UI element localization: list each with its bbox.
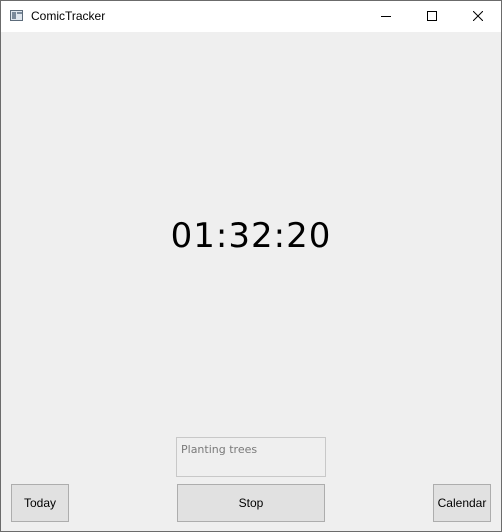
elapsed-timer: 01:32:20 (170, 216, 332, 256)
app-icon (10, 10, 23, 21)
window-title: ComicTracker (31, 9, 106, 23)
calendar-button[interactable]: Calendar (433, 484, 491, 522)
maximize-icon (427, 11, 437, 21)
maximize-button[interactable] (409, 1, 455, 32)
minimize-button[interactable] (363, 1, 409, 32)
close-icon (473, 11, 483, 21)
minimize-icon (381, 16, 391, 17)
close-button[interactable] (455, 1, 501, 32)
app-window: ComicTracker 01:32:20 Today Stop Calenda… (0, 0, 502, 532)
task-description-input[interactable] (176, 437, 326, 477)
today-button[interactable]: Today (11, 484, 69, 522)
main-panel: 01:32:20 Today Stop Calendar (1, 32, 501, 531)
stop-button[interactable]: Stop (177, 484, 325, 522)
title-bar[interactable]: ComicTracker (1, 1, 501, 32)
